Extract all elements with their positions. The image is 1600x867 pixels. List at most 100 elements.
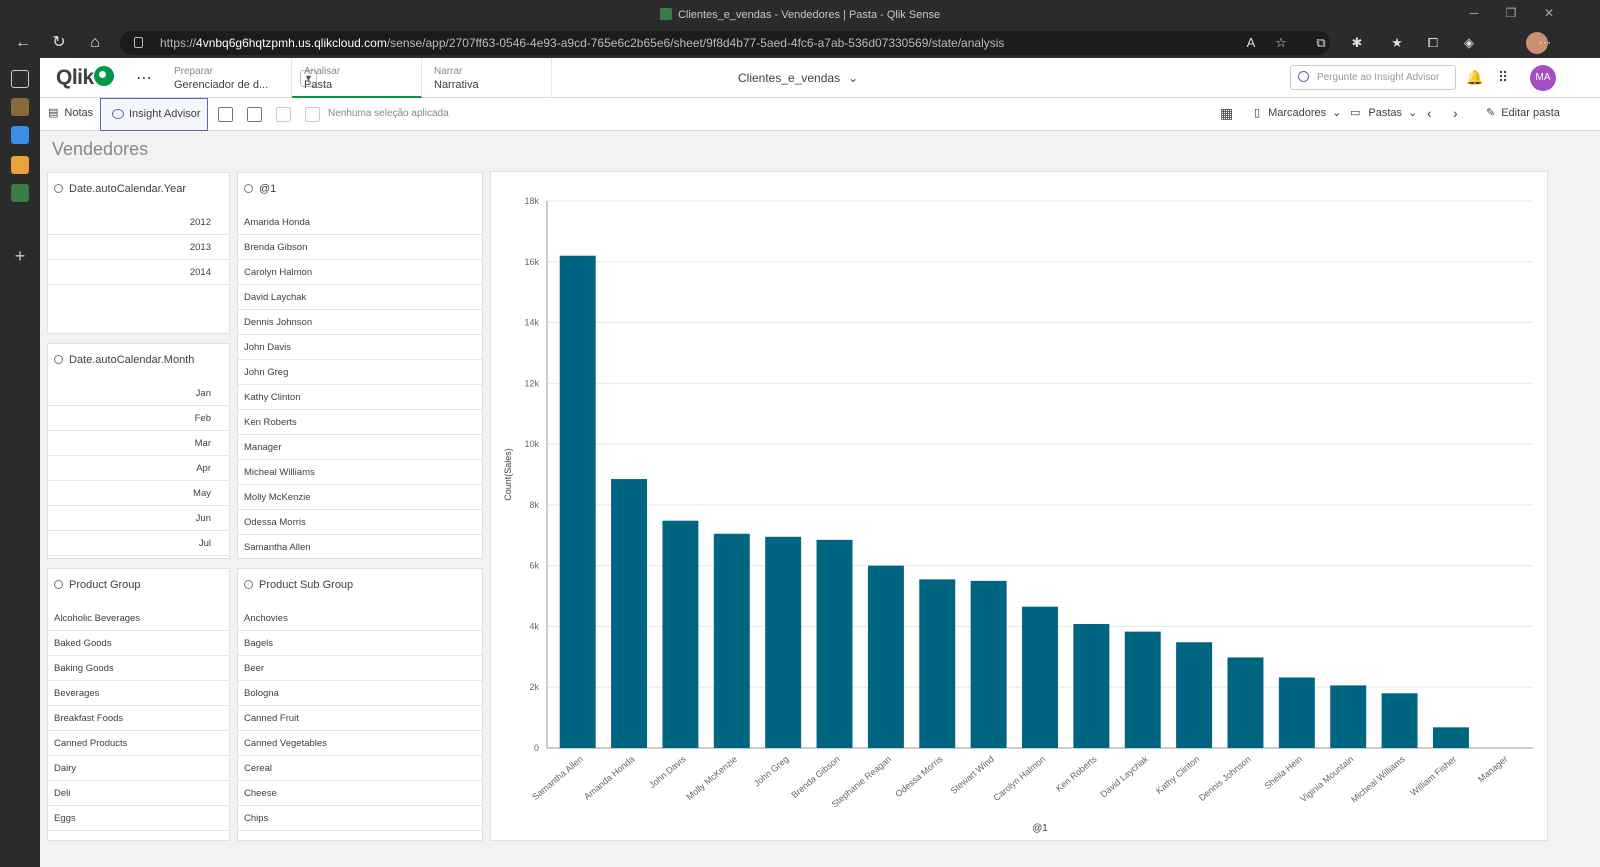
product-sub-group-list-item[interactable]: Bagels: [238, 631, 482, 656]
tab-narrar[interactable]: Narrar Narrativa: [422, 58, 552, 98]
filter-month-title[interactable]: Date.autoCalendar.Month: [54, 354, 194, 366]
bar[interactable]: [611, 479, 648, 748]
tab-preparar[interactable]: Preparar Gerenciador de d...: [162, 58, 292, 98]
browser-menu-icon[interactable]: ⋯: [1536, 34, 1554, 52]
sidebar-qlik-icon[interactable]: [11, 184, 29, 202]
seller-list-item[interactable]: Dennis Johnson: [238, 310, 482, 335]
smart-search-icon[interactable]: [218, 107, 233, 122]
seller-list-item[interactable]: Manager: [238, 435, 482, 460]
close-icon[interactable]: ✕: [1542, 6, 1556, 20]
layout-grid-icon[interactable]: ▦: [1220, 98, 1233, 131]
seller-list-item[interactable]: Ken Roberts: [238, 410, 482, 435]
product-sub-group-list-item[interactable]: Cheese: [238, 781, 482, 806]
product-group-list-item[interactable]: Baking Goods: [48, 656, 229, 681]
notes-button[interactable]: ▤ Notas: [48, 98, 93, 131]
bar[interactable]: [970, 580, 1007, 748]
product-sub-group-list-item[interactable]: Beer: [238, 656, 482, 681]
favorites-bar-icon[interactable]: ★: [1388, 34, 1406, 52]
seller-list-item[interactable]: Amanda Honda: [238, 210, 482, 235]
insight-advisor-button[interactable]: Insight Advisor: [100, 98, 208, 131]
url-field[interactable]: https://4vnbq6g6hqtzpmh.us.qlikcloud.com…: [120, 31, 1330, 55]
bar[interactable]: [559, 255, 596, 748]
product-sub-group-list-item[interactable]: Canned Vegetables: [238, 731, 482, 756]
bar[interactable]: [713, 533, 750, 748]
bar-chart[interactable]: 0 2k 4k 6k 8k 10k 12k 14k 16k 18k Samantha AllenAm…: [491, 172, 1549, 842]
product-sub-group-list-item[interactable]: Bologna: [238, 681, 482, 706]
app-grid-icon[interactable]: ⠿: [1498, 69, 1508, 86]
bar[interactable]: [1073, 624, 1110, 748]
back-icon[interactable]: ←: [12, 32, 34, 54]
bookmarks-button[interactable]: ▯ Marcadores ⌄: [1254, 98, 1341, 131]
bar[interactable]: [867, 565, 904, 748]
seller-list-item[interactable]: Kathy Clinton: [238, 385, 482, 410]
next-sheet-icon[interactable]: ›: [1453, 98, 1458, 131]
edit-sheet-button[interactable]: ✎ Editar pasta: [1486, 98, 1560, 131]
translate-icon[interactable]: ⧉: [1312, 34, 1330, 52]
product-sub-group-list-item[interactable]: Canned Fruit: [238, 706, 482, 731]
month-list-item[interactable]: Apr: [48, 456, 229, 481]
read-aloud-icon[interactable]: A: [1242, 34, 1260, 52]
bar[interactable]: [662, 520, 699, 748]
month-list-item[interactable]: Jul: [48, 531, 229, 556]
app-name-dropdown[interactable]: Clientes_e_vendas ⌄: [738, 71, 858, 85]
product-group-list-item[interactable]: Canned Products: [48, 731, 229, 756]
add-icon[interactable]: +: [11, 247, 29, 266]
sheets-button[interactable]: ▭ Pastas ⌄: [1350, 98, 1417, 131]
restore-icon[interactable]: ❐: [1504, 6, 1518, 20]
product-group-list-item[interactable]: Breakfast Foods: [48, 706, 229, 731]
product-sub-group-list-item[interactable]: Chips: [238, 806, 482, 831]
seller-list-item[interactable]: Micheal Williams: [238, 460, 482, 485]
tab-analisar[interactable]: Analisar Pasta: [292, 58, 422, 98]
month-list-item[interactable]: Jan: [48, 381, 229, 406]
product-group-list-item[interactable]: Dairy: [48, 756, 229, 781]
clear-selections-icon[interactable]: [305, 107, 320, 122]
product-group-list-item[interactable]: Alcoholic Beverages: [48, 606, 229, 631]
sidebar-app-3-icon[interactable]: [11, 156, 29, 174]
qlik-logo[interactable]: Qlik: [56, 66, 114, 90]
tabs-icon[interactable]: [11, 70, 29, 88]
bar[interactable]: [1381, 693, 1418, 748]
filter-product-group-title[interactable]: Product Group: [54, 579, 141, 591]
seller-list-item[interactable]: David Laychak: [238, 285, 482, 310]
bar[interactable]: [1176, 642, 1213, 748]
seller-list-item[interactable]: John Greg: [238, 360, 482, 385]
product-sub-group-list-item[interactable]: Anchovies: [238, 606, 482, 631]
bar[interactable]: [816, 539, 853, 748]
seller-list-item[interactable]: Odessa Morris: [238, 510, 482, 535]
bar[interactable]: [1124, 631, 1161, 748]
user-avatar[interactable]: MA: [1530, 65, 1556, 91]
year-list-item[interactable]: 2013: [48, 235, 229, 260]
bar[interactable]: [1227, 657, 1264, 748]
bell-icon[interactable]: 🔔: [1466, 69, 1483, 86]
seller-list-item[interactable]: Samantha Allen: [238, 535, 482, 558]
month-list-item[interactable]: Feb: [48, 406, 229, 431]
seller-list-item[interactable]: John Davis: [238, 335, 482, 360]
browser-essentials-icon[interactable]: ◈: [1460, 34, 1478, 52]
seller-list-item[interactable]: Brenda Gibson: [238, 235, 482, 260]
product-group-list-item[interactable]: Baked Goods: [48, 631, 229, 656]
year-list-item[interactable]: 2012: [48, 210, 229, 235]
bar[interactable]: [765, 536, 802, 748]
minimize-icon[interactable]: ─: [1467, 6, 1481, 20]
more-icon[interactable]: ⋯: [136, 68, 152, 88]
product-group-list-item[interactable]: Eggs: [48, 806, 229, 831]
sidebar-app-1-icon[interactable]: [11, 98, 29, 116]
refresh-icon[interactable]: ↻: [48, 32, 70, 54]
filter-product-sub-group-title[interactable]: Product Sub Group: [244, 579, 353, 591]
bar-chart-panel[interactable]: 0 2k 4k 6k 8k 10k 12k 14k 16k 18k Samantha Allen Am…: [490, 171, 1548, 841]
insight-search-input[interactable]: Pergunte ao Insight Advisor: [1290, 65, 1456, 90]
filter-year-title[interactable]: Date.autoCalendar.Year: [54, 183, 186, 195]
product-group-list-item[interactable]: Deli: [48, 781, 229, 806]
seller-list-item[interactable]: Molly McKenzie: [238, 485, 482, 510]
step-forward-icon[interactable]: [276, 107, 291, 122]
month-list-item[interactable]: May: [48, 481, 229, 506]
bar[interactable]: [919, 579, 956, 748]
step-back-icon[interactable]: [247, 107, 262, 122]
month-list-item[interactable]: Jun: [48, 506, 229, 531]
seller-list-item[interactable]: Carolyn Halmon: [238, 260, 482, 285]
bar[interactable]: [1432, 727, 1469, 748]
bar[interactable]: [1278, 677, 1315, 748]
extensions-icon[interactable]: ✱: [1348, 34, 1366, 52]
collections-icon[interactable]: ⧠: [1424, 34, 1442, 52]
favorite-icon[interactable]: ☆: [1272, 34, 1290, 52]
